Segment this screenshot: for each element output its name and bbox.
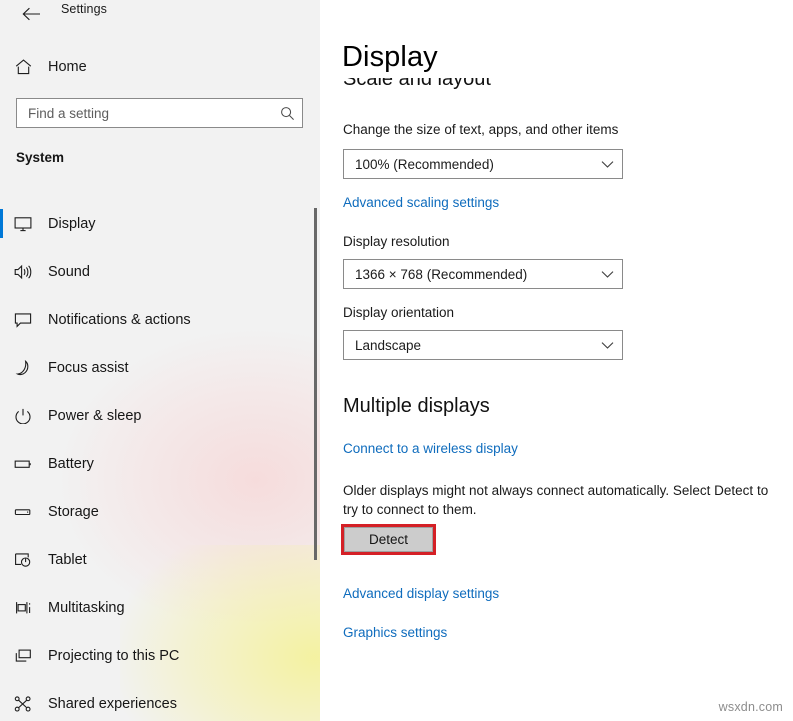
tablet-hand-icon xyxy=(0,552,46,568)
orientation-dropdown-value: Landscape xyxy=(355,337,422,353)
sidebar-item-notifications-actions[interactable]: Notifications & actions xyxy=(0,296,305,344)
sidebar-item-focus-assist[interactable]: Focus assist xyxy=(0,344,305,392)
resolution-label: Display resolution xyxy=(343,234,450,249)
page-title: Display xyxy=(342,41,444,74)
power-icon xyxy=(0,408,46,424)
sidebar-item-home-label: Home xyxy=(48,59,87,75)
sidebar-item-label: Storage xyxy=(48,504,99,520)
sidebar-item-label: Multitasking xyxy=(48,600,125,616)
sidebar-item-label: Power & sleep xyxy=(48,408,142,424)
chat-bubble-icon xyxy=(0,312,46,328)
sidebar-item-home[interactable]: Home xyxy=(0,52,300,82)
sidebar-item-projecting-to-this-pc[interactable]: Projecting to this PC xyxy=(0,632,305,680)
detect-description: Older displays might not always connect … xyxy=(343,483,769,517)
advanced-display-settings-link[interactable]: Advanced display settings xyxy=(343,586,499,601)
sidebar-item-storage[interactable]: Storage xyxy=(0,488,305,536)
sidebar-item-tablet[interactable]: Tablet xyxy=(0,536,305,584)
connect-wireless-display-link[interactable]: Connect to a wireless display xyxy=(343,441,518,456)
chevron-down-icon xyxy=(592,331,622,359)
sidebar-item-label: Projecting to this PC xyxy=(48,648,180,664)
scale-dropdown-value: 100% (Recommended) xyxy=(355,156,494,172)
sidebar-item-power-sleep[interactable]: Power & sleep xyxy=(0,392,305,440)
sidebar-item-label: Battery xyxy=(48,456,94,472)
search-icon[interactable] xyxy=(272,99,302,127)
app-title: Settings xyxy=(61,2,107,16)
sidebar-item-sound[interactable]: Sound xyxy=(0,248,305,296)
sidebar-item-shared-experiences[interactable]: Shared experiences xyxy=(0,680,305,721)
selection-indicator xyxy=(0,209,3,238)
back-arrow-icon[interactable] xyxy=(14,0,48,28)
sidebar-nav-list: Display Sound Notifications & actions Fo… xyxy=(0,200,305,721)
orientation-label: Display orientation xyxy=(343,305,455,320)
navigation-sidebar: Settings Home Find a setting System Disp… xyxy=(0,0,320,721)
search-box[interactable] xyxy=(16,98,303,128)
share-nodes-icon xyxy=(0,696,46,712)
speaker-icon xyxy=(0,264,46,280)
moon-icon xyxy=(0,360,46,376)
drive-icon xyxy=(0,504,46,520)
watermark: wsxdn.com xyxy=(718,700,783,714)
detect-button-highlight: Detect xyxy=(341,524,436,555)
projecting-icon xyxy=(0,648,46,664)
scale-dropdown[interactable]: 100% (Recommended) xyxy=(343,149,623,179)
scale-label: Change the size of text, apps, and other… xyxy=(343,122,619,137)
sidebar-item-label: Sound xyxy=(48,264,90,280)
multitasking-icon xyxy=(0,600,46,616)
monitor-icon xyxy=(0,216,46,232)
detect-button[interactable]: Detect xyxy=(344,527,433,552)
chevron-down-icon xyxy=(592,260,622,288)
battery-icon xyxy=(0,456,46,472)
sidebar-item-label: Notifications & actions xyxy=(48,312,191,328)
sidebar-item-label: Display xyxy=(48,216,96,232)
sidebar-item-battery[interactable]: Battery xyxy=(0,440,305,488)
sidebar-item-label: Focus assist xyxy=(48,360,129,376)
sidebar-group-header: System xyxy=(16,150,65,165)
search-input[interactable] xyxy=(17,99,272,127)
home-icon xyxy=(0,59,46,75)
title-bar: Settings xyxy=(0,0,320,30)
graphics-settings-link[interactable]: Graphics settings xyxy=(343,625,447,640)
orientation-dropdown[interactable]: Landscape xyxy=(343,330,623,360)
scale-and-layout-heading: Scale and layout xyxy=(343,78,491,90)
sidebar-scrollbar[interactable] xyxy=(314,208,317,560)
resolution-dropdown-value: 1366 × 768 (Recommended) xyxy=(355,266,528,282)
sidebar-item-display[interactable]: Display xyxy=(0,200,305,248)
resolution-dropdown[interactable]: 1366 × 768 (Recommended) xyxy=(343,259,623,289)
detect-button-label: Detect xyxy=(368,532,409,547)
sidebar-item-label: Tablet xyxy=(48,552,87,568)
advanced-scaling-settings-link[interactable]: Advanced scaling settings xyxy=(343,195,499,210)
multiple-displays-heading: Multiple displays xyxy=(343,395,490,417)
sidebar-item-label: Shared experiences xyxy=(48,696,177,712)
settings-window: Settings Home Find a setting System Disp… xyxy=(0,0,793,721)
sidebar-item-multitasking[interactable]: Multitasking xyxy=(0,584,305,632)
main-content: Scale and layout Display Change the size… xyxy=(320,0,793,721)
chevron-down-icon xyxy=(592,150,622,178)
